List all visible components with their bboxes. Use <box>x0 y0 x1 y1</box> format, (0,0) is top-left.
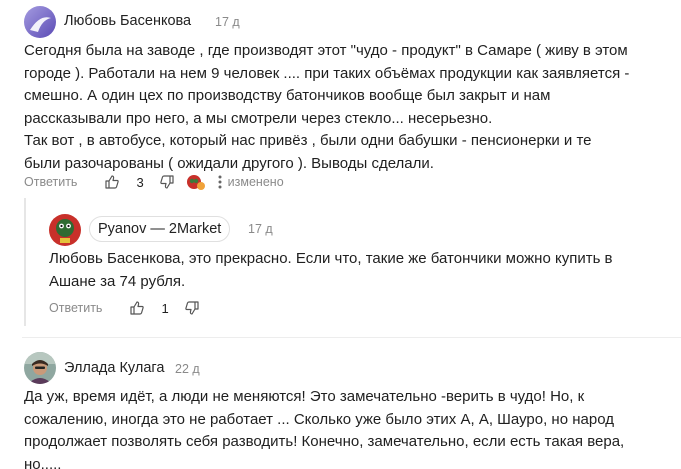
comment-author[interactable]: Любовь Басенкова <box>64 13 191 29</box>
thumbs-up-icon[interactable] <box>128 299 146 317</box>
thumbs-down-icon[interactable] <box>183 299 201 317</box>
reply-button[interactable]: Ответить <box>24 175 77 189</box>
comment-age: 17 д <box>215 15 240 29</box>
comment-author[interactable]: Эллада Кулага <box>64 360 164 376</box>
comment-actions: Ответить 3 изменено <box>24 172 284 192</box>
thumbs-down-icon[interactable] <box>158 173 176 191</box>
thumbs-up-icon[interactable] <box>103 173 121 191</box>
comment-text: Да уж, время идёт, а люди не меняются! Э… <box>24 388 625 469</box>
reply-button[interactable]: Ответить <box>49 301 102 315</box>
comment-age: 17 д <box>248 222 273 236</box>
comment-text: Сегодня была на заводе , где производят … <box>24 42 630 172</box>
more-dots-icon[interactable] <box>214 173 226 191</box>
avatar[interactable] <box>24 352 56 384</box>
divider <box>22 337 681 338</box>
like-count: 1 <box>161 300 169 316</box>
avatar[interactable] <box>24 6 56 38</box>
comment-age: 22 д <box>175 362 200 376</box>
author-chip[interactable]: Pyanov — 2Market <box>89 216 231 242</box>
comment-text: Любовь Басенкова, это прекрасно. Если чт… <box>49 250 613 290</box>
comment-actions: Ответить 1 <box>49 298 201 318</box>
thread-line <box>24 198 26 326</box>
comment-author: Pyanov — 2Market <box>98 221 222 237</box>
avatar[interactable] <box>49 214 81 246</box>
edited-label: изменено <box>227 175 284 189</box>
like-count: 3 <box>136 174 144 190</box>
reaction-icon[interactable] <box>186 173 206 191</box>
comments-thread: Любовь Басенкова 17 д Сегодня была на за… <box>0 0 681 469</box>
